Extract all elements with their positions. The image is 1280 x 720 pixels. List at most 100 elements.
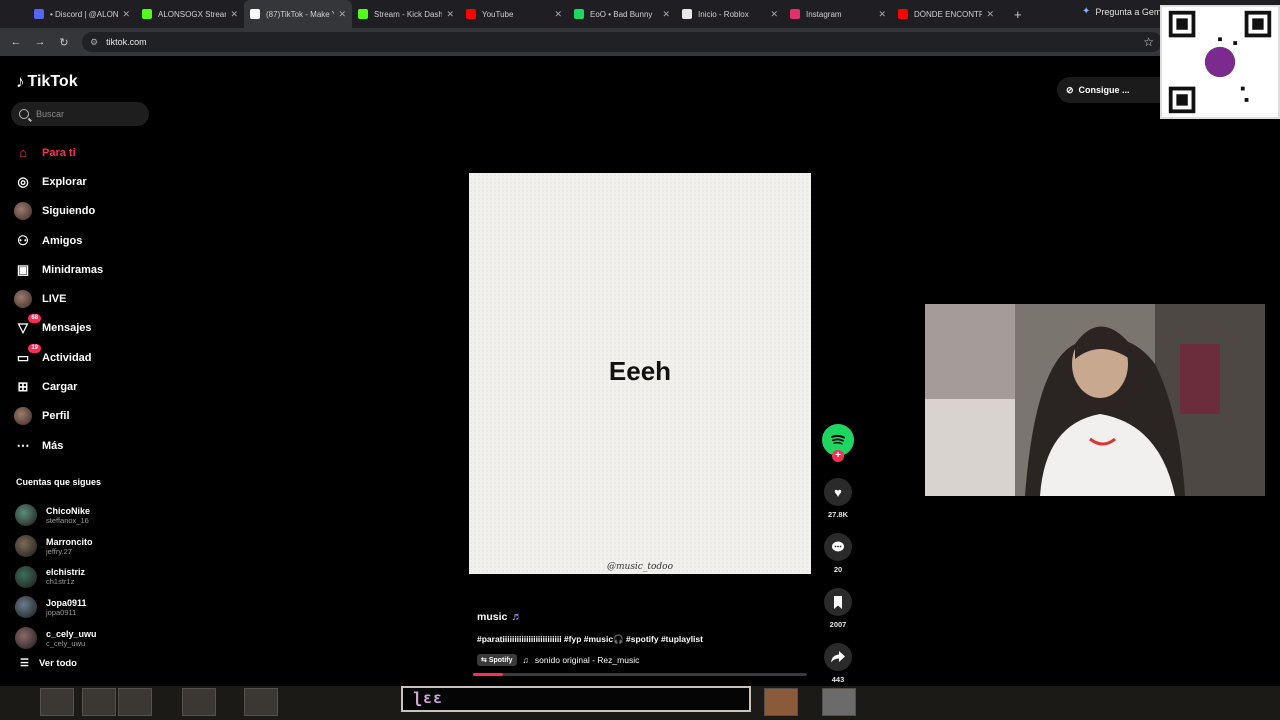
sidebar-item-actividad[interactable]: ▭ 19 Actividad	[14, 343, 154, 372]
hotbar-slot	[822, 688, 856, 716]
tiktok-logo[interactable]: ♪ TikTok	[16, 72, 78, 92]
sidebar-item-explorar[interactable]: ◎ Explorar	[14, 167, 154, 196]
sidebar-item-minidramas[interactable]: ▣ Minidramas	[14, 255, 154, 284]
logo-text: TikTok	[27, 73, 78, 90]
more-icon: ⋯	[16, 437, 30, 453]
address-bar: ← → ↻ ⚙ tiktok.com ☆	[0, 28, 1280, 56]
browser-tab[interactable]: ALONSOGX Stream ✕	[136, 0, 244, 28]
tab-title: Stream - Kick Dashboard	[374, 9, 443, 19]
tab-close-icon[interactable]: ✕	[554, 9, 562, 20]
following-item[interactable]: ChicoNike steffanox_16	[15, 500, 155, 531]
music-row[interactable]: ⇆ Spotify ♫ sonido original - Rez_music	[477, 654, 639, 666]
friends-icon: ⚇	[17, 232, 29, 248]
video-overlay-text: Eeeh	[608, 356, 672, 386]
tab-title: (87)TikTok - Make Your Day	[266, 9, 335, 19]
following-item[interactable]: c_cely_uwu c_cely_uwu	[15, 623, 155, 654]
webcam-overlay	[925, 304, 1265, 496]
tab-close-icon[interactable]: ✕	[230, 9, 238, 20]
notification-badge: 19	[28, 343, 41, 353]
see-all-label: Ver todo	[38, 658, 77, 669]
bookmark-star-icon[interactable]: ☆	[1143, 35, 1154, 49]
hotbar-slot	[82, 688, 116, 716]
tab-close-icon[interactable]: ✕	[338, 9, 346, 20]
following-item[interactable]: Jopa0911 jopa0911	[15, 592, 155, 623]
game-chat-box: ɭɛɛ	[401, 686, 751, 712]
save-count: 2007	[829, 620, 847, 629]
see-all-button[interactable]: ☰ Ver todo	[20, 658, 77, 669]
get-app-button[interactable]: ⊘ Consigue ...	[1057, 77, 1177, 103]
following-item[interactable]: elchistriz ch1str1z	[15, 561, 155, 592]
sidebar-item-label: Explorar	[42, 175, 87, 188]
sidebar-item-más[interactable]: ⋯ Más	[14, 431, 154, 460]
browser-tab[interactable]: • Discord | @ALONSOGX✕	[28, 0, 136, 28]
browser-tab[interactable]: (87)TikTok - Make Your Day✕	[244, 0, 352, 28]
get-app-icon: ⊘	[1066, 84, 1074, 95]
sidebar-item-mensajes[interactable]: ▽ 68 Mensajes	[14, 314, 154, 343]
video-progress-bar[interactable]	[473, 673, 807, 676]
video-author[interactable]: music ♬	[477, 611, 522, 623]
bookmark-icon[interactable]	[824, 588, 852, 616]
like-action[interactable]: ♥ 27.8K	[824, 478, 852, 519]
follow-plus-icon[interactable]: +	[832, 450, 844, 462]
following-title: Cuentas que sigues	[16, 477, 102, 487]
back-icon[interactable]: ←	[4, 36, 28, 48]
tab-close-icon[interactable]: ✕	[986, 9, 994, 20]
hotbar-slot	[244, 688, 278, 716]
live-icon	[14, 290, 32, 309]
hotbar-slot	[182, 688, 216, 716]
creator-avatar[interactable]: +	[822, 424, 854, 462]
hotbar-slot	[118, 688, 152, 716]
video-progress-fill	[473, 673, 504, 676]
comment-action[interactable]: 20	[824, 533, 852, 574]
url-input[interactable]: ⚙ tiktok.com	[82, 32, 1162, 52]
reload-icon[interactable]: ↻	[52, 36, 76, 49]
save-action[interactable]: 2007	[824, 588, 852, 629]
tab-close-icon[interactable]: ✕	[878, 9, 886, 20]
following-item[interactable]: Marroncito jeffry.27	[15, 531, 155, 562]
account-name: elchistriz	[46, 567, 86, 578]
chip-icon: ⇆	[481, 657, 489, 664]
sidebar-item-para-ti[interactable]: ⌂ Para ti	[14, 138, 154, 167]
new-tab-icon[interactable]: +	[1014, 7, 1022, 22]
forward-icon[interactable]: →	[28, 36, 52, 48]
sidebar-item-siguiendo[interactable]: Siguiendo	[14, 197, 154, 226]
browser-tab[interactable]: YouTube ✕	[460, 0, 568, 28]
browser-tab[interactable]: DÓNDE ENCONTRAR✕	[892, 0, 1000, 28]
share-action[interactable]: 443	[824, 643, 852, 684]
browser-tab[interactable]: Stream - Kick Dashboard✕	[352, 0, 460, 28]
browser-tab[interactable]: Inicio - Roblox ✕	[676, 0, 784, 28]
tab-title: ALONSOGX Stream	[158, 9, 227, 19]
chip-label: Spotify	[488, 657, 513, 664]
site-info-icon[interactable]: ⚙	[90, 37, 98, 48]
comment-icon[interactable]	[824, 533, 852, 561]
sidebar-item-cargar[interactable]: ⊞ Cargar	[14, 372, 154, 401]
tab-close-icon[interactable]: ✕	[122, 9, 130, 20]
gemini-button[interactable]: ✦ Pregunta a Gem	[1082, 6, 1161, 17]
heart-icon[interactable]: ♥	[824, 478, 852, 506]
spotify-chip[interactable]: ⇆ Spotify	[477, 654, 517, 666]
sidebar-item-amigos[interactable]: ⚇ Amigos	[14, 226, 154, 255]
account-handle: steffanox_16	[46, 515, 89, 525]
avatar	[15, 504, 37, 527]
video-actions: + ♥ 27.8K 20 2007 443	[820, 424, 856, 684]
browser-tab[interactable]: Instagram ✕	[784, 0, 892, 28]
share-icon[interactable]	[824, 643, 852, 671]
video-description[interactable]: #paratiiiiiiiiiiiiiiiiiiiiiiiii #fyp #mu…	[477, 634, 703, 645]
tab-close-icon[interactable]: ✕	[662, 9, 670, 20]
tab-close-icon[interactable]: ✕	[446, 9, 454, 20]
hotbar-slot	[40, 688, 74, 716]
video-player[interactable]: Eeeh @music_todoo	[469, 173, 811, 574]
following-icon	[14, 202, 32, 221]
tab-close-icon[interactable]: ✕	[770, 9, 778, 20]
tab-favicon-icon	[466, 9, 476, 19]
gemini-label: Pregunta a Gem	[1095, 6, 1162, 17]
sidebar-item-perfil[interactable]: Perfil	[14, 402, 154, 431]
sidebar-item-label: Siguiendo	[42, 205, 96, 218]
sidebar-item-live[interactable]: LIVE	[14, 284, 154, 313]
url-text: tiktok.com	[106, 37, 147, 47]
account-handle: ch1str1z	[46, 577, 75, 587]
browser-tab[interactable]: EoO • Bad Bunny ✕	[568, 0, 676, 28]
tab-favicon-icon	[898, 9, 908, 19]
sidebar-item-label: LIVE	[42, 293, 67, 306]
search-input[interactable]: Buscar	[11, 102, 149, 126]
